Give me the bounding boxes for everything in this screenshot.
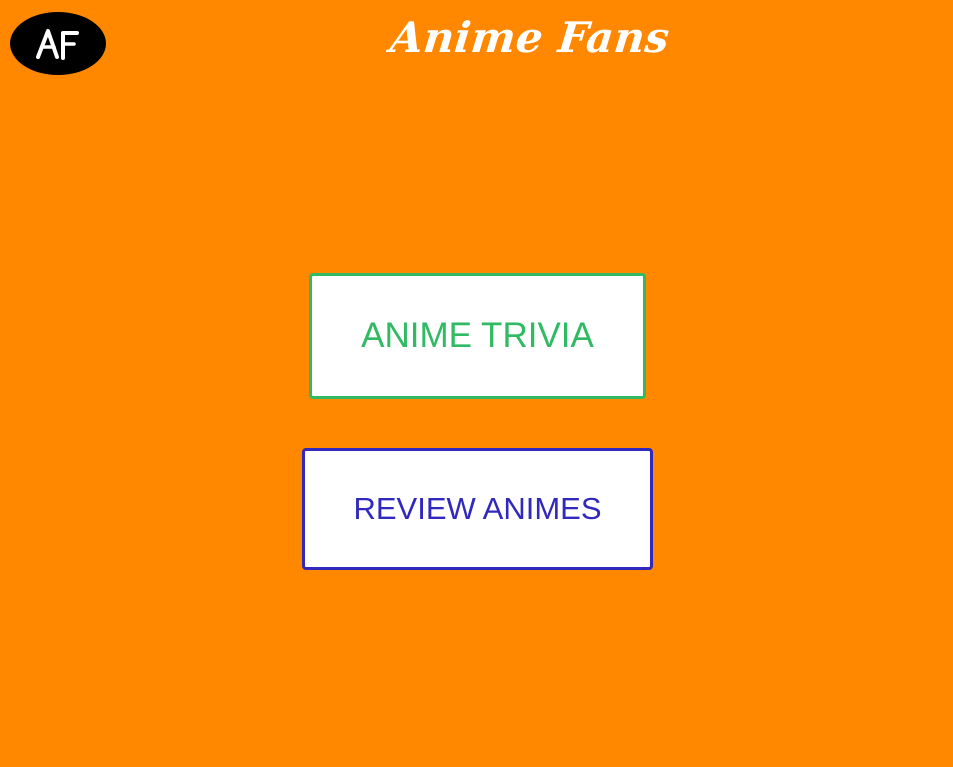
review-animes-button[interactable]: REVIEW ANIMES: [302, 448, 653, 570]
af-logo-icon[interactable]: [10, 12, 106, 75]
anime-trivia-button[interactable]: ANIME TRIVIA: [309, 273, 646, 399]
page-title: Anime Fans: [388, 13, 673, 62]
review-animes-button-label: REVIEW ANIMES: [353, 491, 602, 526]
anime-trivia-button-label: ANIME TRIVIA: [361, 316, 594, 355]
